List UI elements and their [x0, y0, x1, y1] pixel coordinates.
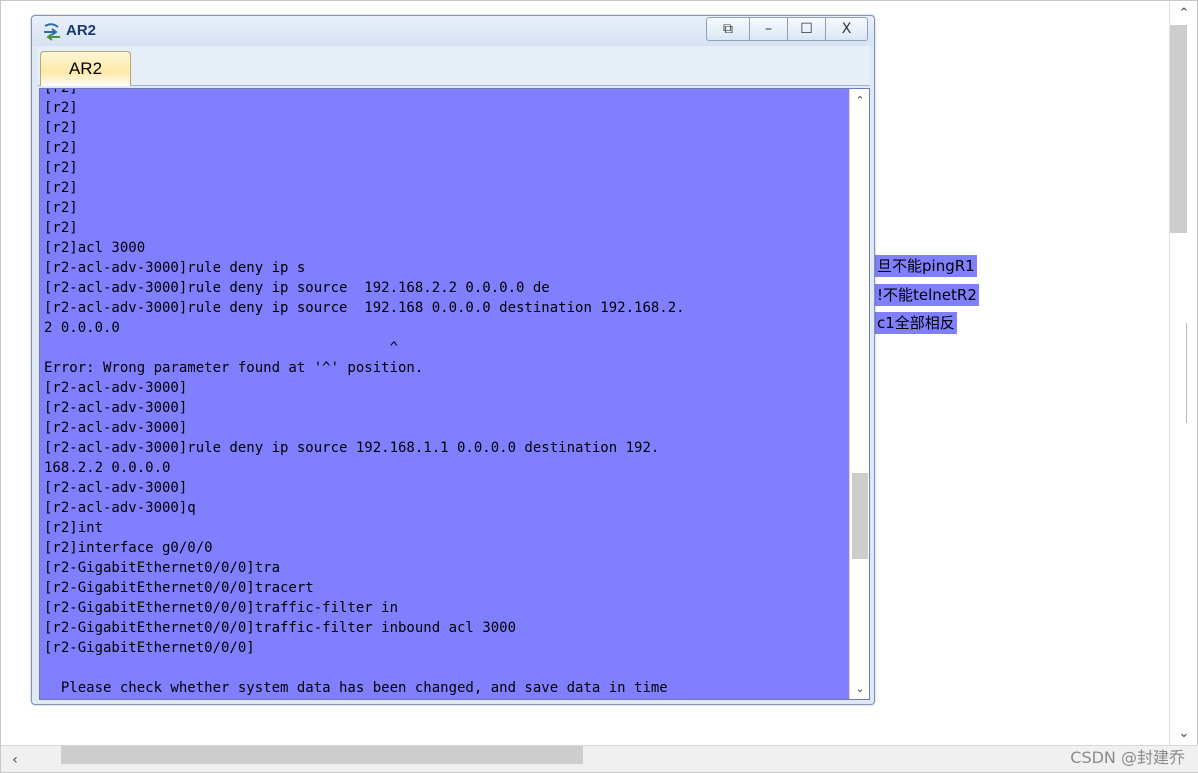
console-line: [r2]int	[44, 520, 104, 536]
tab-bar: AR2	[38, 46, 870, 86]
console-line: [r2-acl-adv-3000]	[44, 400, 188, 416]
console-line: [r2]acl 3000	[44, 240, 146, 256]
background-text-line-1: 旦不能pingR1	[875, 255, 977, 277]
console-line: [r2-GigabitEthernet0/0/0]traffic-filter …	[44, 620, 517, 636]
console-scroll-thumb[interactable]	[852, 473, 868, 559]
tab-ar2[interactable]: AR2	[40, 51, 131, 86]
background-text-line-3: c1全部相反	[875, 312, 957, 334]
console-line: [r2-acl-adv-3000]	[44, 480, 188, 496]
window-controls: ⧉ – ☐ X	[706, 17, 868, 41]
console-line: [r2-GigabitEthernet0/0/0]	[44, 640, 255, 656]
page-hscroll-thumb[interactable]	[61, 746, 583, 764]
router-app-icon	[44, 23, 60, 41]
restore-icon: ⧉	[723, 21, 733, 37]
console-text: [r2] [r2] [r2] [r2] [r2] [r2] [r2] [r2] [r2]acl …	[44, 88, 844, 698]
console-line: [r2]	[44, 180, 78, 196]
console-line: [r2]	[44, 120, 78, 136]
console-line: [r2-acl-adv-3000]rule deny ip source 192…	[44, 280, 550, 296]
console-line: [r2]	[44, 100, 78, 116]
restore-button[interactable]: ⧉	[706, 17, 750, 41]
console-line: ^	[44, 340, 399, 356]
minimize-button[interactable]: –	[750, 17, 788, 41]
page-horizontal-scrollbar[interactable]: ‹ CSDN @封建乔	[1, 745, 1198, 772]
page-scroll-down-icon[interactable]: ⌄	[1170, 723, 1198, 743]
page-vertical-scrollbar[interactable]: ⌃ ⌄	[1169, 1, 1197, 747]
console-line: [r2]	[44, 140, 78, 156]
console-line: [r2-GigabitEthernet0/0/0]tracert	[44, 580, 314, 596]
page-frame: 旦不能pingR1 !不能telnetR2 c1全部相反 AR2 ⧉ – ☐ X…	[0, 0, 1198, 773]
page-vscroll-thumb[interactable]	[1170, 25, 1187, 233]
window-titlebar[interactable]: AR2 ⧉ – ☐ X	[32, 16, 874, 46]
scroll-up-icon[interactable]: ⌃	[850, 91, 869, 109]
console-output[interactable]: [r2] [r2] [r2] [r2] [r2] [r2] [r2] [r2] [r2]acl …	[39, 88, 870, 700]
console-line: [r2-GigabitEthernet0/0/0]traffic-filter …	[44, 600, 399, 616]
background-text-line-2: !不能telnetR2	[875, 284, 979, 306]
console-line: [r2-acl-adv-3000]	[44, 380, 188, 396]
console-line: 168.2.2 0.0.0.0	[44, 460, 171, 476]
scroll-down-icon[interactable]: ⌄	[850, 679, 869, 697]
console-line: [r2]	[44, 220, 78, 236]
tab-label: AR2	[68, 59, 103, 78]
console-line: Please check whether system data has bee…	[44, 680, 668, 696]
terminal-window: AR2 ⧉ – ☐ X AR2 [r2] [r2] [r2] [r2] [r2] [r2]…	[31, 15, 875, 705]
console-line: 2 0.0.0.0	[44, 320, 120, 336]
minimize-icon: –	[765, 21, 772, 37]
page-scroll-left-icon[interactable]: ‹	[3, 746, 27, 773]
console-scrollbar[interactable]: ⌃ ⌄	[849, 89, 869, 699]
close-button[interactable]: X	[826, 17, 868, 41]
console-line: Error: Wrong parameter found at '^' posi…	[44, 360, 424, 376]
watermark: CSDN @封建乔	[1070, 748, 1185, 767]
page-scroll-up-icon[interactable]: ⌃	[1170, 3, 1198, 23]
console-line: [r2-acl-adv-3000]rule deny ip s	[44, 260, 306, 276]
maximize-icon: ☐	[800, 21, 813, 37]
console-line: [r2]	[44, 160, 78, 176]
console-line: [r2]interface g0/0/0	[44, 540, 213, 556]
console-line: [r2-acl-adv-3000]	[44, 420, 188, 436]
close-icon: X	[841, 21, 852, 37]
console-line: [r2]	[44, 200, 78, 216]
window-title: AR2	[66, 22, 97, 39]
console-line: [r2-acl-adv-3000]rule deny ip source 192…	[44, 440, 660, 456]
console-line: [r2-acl-adv-3000]q	[44, 500, 196, 516]
splitter-grip[interactable]	[1186, 323, 1198, 423]
console-line: [r2]	[44, 88, 78, 96]
maximize-button[interactable]: ☐	[788, 17, 826, 41]
console-line: [r2-GigabitEthernet0/0/0]tra	[44, 560, 281, 576]
console-line: [r2-acl-adv-3000]rule deny ip source 192…	[44, 300, 685, 316]
